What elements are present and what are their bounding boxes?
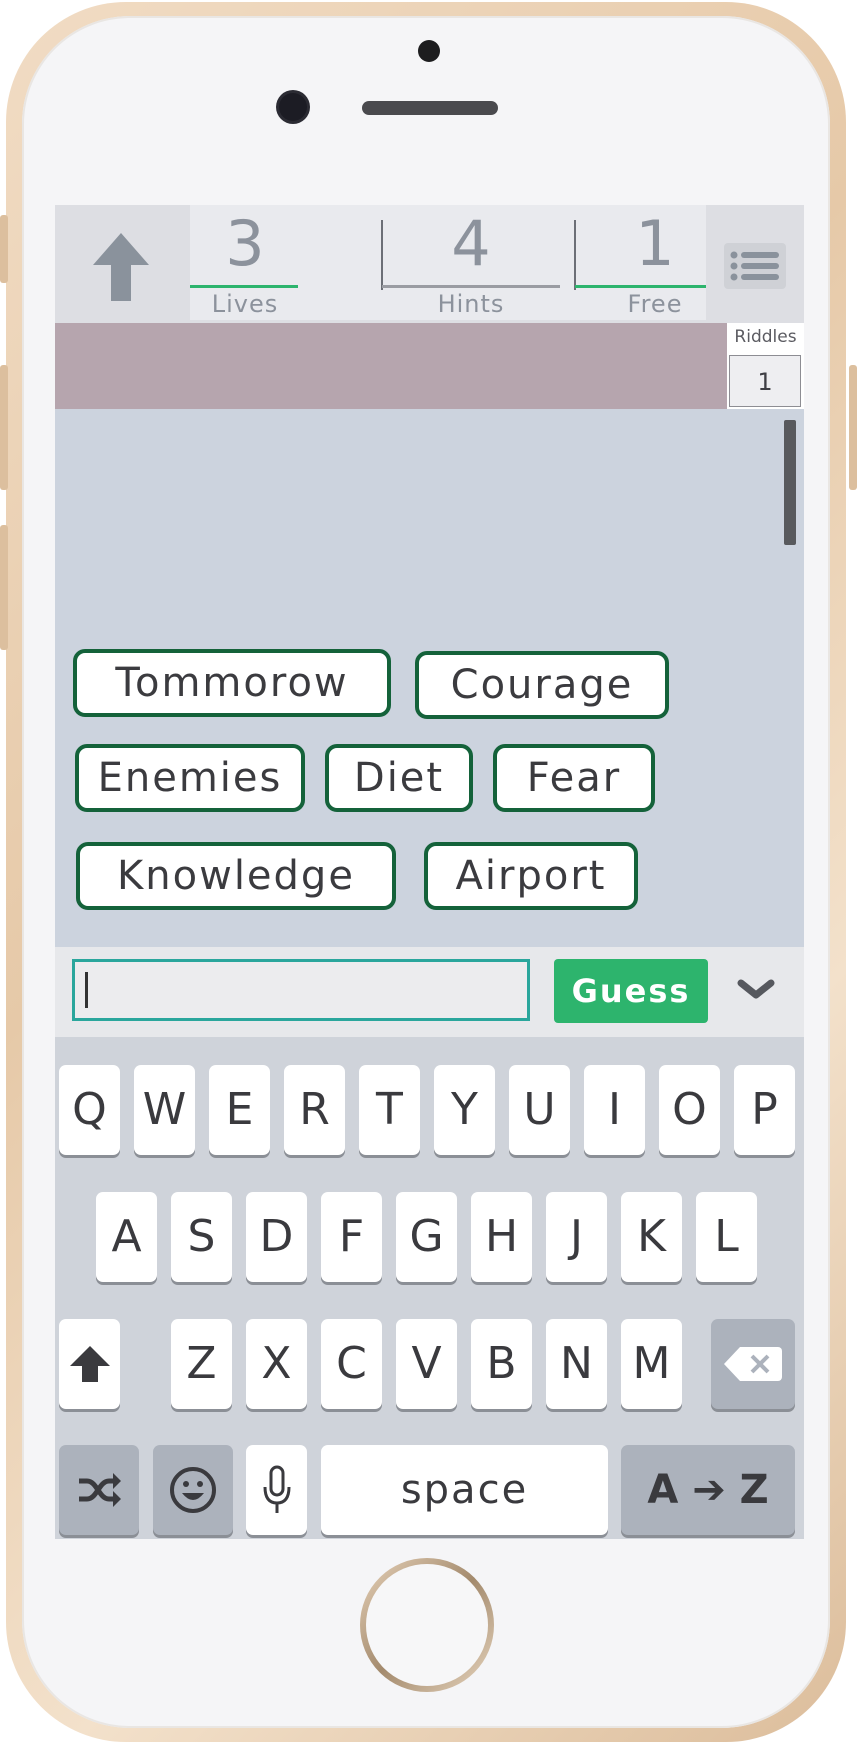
word-chip[interactable]: Fear bbox=[493, 744, 655, 812]
lives-value: 3 bbox=[225, 207, 265, 280]
lives-underline bbox=[190, 285, 298, 288]
key-q[interactable]: Q bbox=[59, 1065, 120, 1155]
key-p[interactable]: P bbox=[734, 1065, 795, 1155]
emoji-icon bbox=[170, 1467, 216, 1513]
key-v[interactable]: V bbox=[396, 1319, 457, 1409]
key-y[interactable]: Y bbox=[434, 1065, 495, 1155]
power-button bbox=[849, 365, 857, 490]
proximity-sensor bbox=[418, 40, 440, 62]
word-chip[interactable]: Airport bbox=[424, 842, 638, 910]
mute-switch bbox=[0, 215, 8, 283]
sort-az-key[interactable]: A ➔ Z bbox=[621, 1445, 795, 1535]
key-b[interactable]: B bbox=[471, 1319, 532, 1409]
riddles-label: Riddles bbox=[734, 327, 797, 347]
front-camera-icon bbox=[279, 93, 307, 121]
keyboard: Q W E R T Y U I O P A S D F G H J K L Z … bbox=[55, 1037, 804, 1539]
space-key[interactable]: space bbox=[321, 1445, 608, 1535]
key-g[interactable]: G bbox=[396, 1192, 457, 1282]
collapse-keyboard-button[interactable] bbox=[731, 965, 781, 1015]
hints-value: 4 bbox=[451, 207, 491, 280]
word-chip[interactable]: Knowledge bbox=[76, 842, 396, 910]
shift-icon bbox=[69, 1346, 110, 1382]
earpiece-speaker bbox=[362, 101, 498, 115]
lives-stat: 3 Lives bbox=[190, 205, 300, 320]
key-l[interactable]: L bbox=[696, 1192, 757, 1282]
key-h[interactable]: H bbox=[471, 1192, 532, 1282]
menu-button-bg bbox=[724, 243, 786, 289]
key-t[interactable]: T bbox=[359, 1065, 420, 1155]
key-a[interactable]: A bbox=[96, 1192, 157, 1282]
key-x[interactable]: X bbox=[246, 1319, 307, 1409]
backspace-icon bbox=[724, 1347, 782, 1381]
menu-list-icon bbox=[730, 251, 779, 281]
shuffle-key[interactable] bbox=[59, 1445, 139, 1535]
shuffle-icon bbox=[79, 1473, 121, 1507]
key-z[interactable]: Z bbox=[171, 1319, 232, 1409]
key-w[interactable]: W bbox=[134, 1065, 195, 1155]
key-e[interactable]: E bbox=[209, 1065, 270, 1155]
stats-panel: 3 Lives 4 Hints 1 Free bbox=[190, 205, 735, 320]
home-button[interactable] bbox=[366, 1564, 488, 1686]
hints-stat: 4 Hints bbox=[382, 205, 560, 320]
lives-label: Lives bbox=[211, 290, 279, 318]
word-list-scrollbar[interactable] bbox=[784, 420, 796, 545]
word-list-area: Tommorow Courage Enemies Diet Fear Knowl… bbox=[55, 409, 804, 947]
key-j[interactable]: J bbox=[546, 1192, 607, 1282]
key-n[interactable]: N bbox=[546, 1319, 607, 1409]
riddles-value[interactable]: 1 bbox=[729, 355, 801, 407]
key-m[interactable]: M bbox=[621, 1319, 682, 1409]
hints-underline bbox=[382, 285, 560, 288]
shift-key[interactable] bbox=[59, 1319, 120, 1409]
microphone-icon bbox=[263, 1465, 290, 1513]
guess-bar: Guess bbox=[55, 947, 804, 1037]
key-s[interactable]: S bbox=[171, 1192, 232, 1282]
riddles-counter: Riddles 1 bbox=[727, 323, 804, 409]
word-chip[interactable]: Diet bbox=[325, 744, 473, 812]
app-screen: 3 Lives 4 Hints 1 Free Riddles 1 Tommoro… bbox=[55, 205, 804, 1539]
key-i[interactable]: I bbox=[584, 1065, 645, 1155]
riddle-banner bbox=[55, 323, 727, 409]
word-chip[interactable]: Tommorow bbox=[73, 649, 391, 717]
text-caret bbox=[85, 972, 88, 1008]
chevron-down-icon bbox=[737, 979, 775, 999]
key-f[interactable]: F bbox=[321, 1192, 382, 1282]
menu-button[interactable] bbox=[706, 205, 804, 323]
key-u[interactable]: U bbox=[509, 1065, 570, 1155]
emoji-key[interactable] bbox=[153, 1445, 233, 1535]
volume-down-button bbox=[0, 525, 8, 650]
volume-up-button bbox=[0, 365, 8, 490]
key-c[interactable]: C bbox=[321, 1319, 382, 1409]
word-chip[interactable]: Enemies bbox=[75, 744, 305, 812]
guess-button[interactable]: Guess bbox=[554, 959, 708, 1023]
microphone-key[interactable] bbox=[246, 1445, 307, 1535]
arrow-up-icon bbox=[93, 233, 149, 301]
key-r[interactable]: R bbox=[284, 1065, 345, 1155]
top-bar: 3 Lives 4 Hints 1 Free bbox=[55, 205, 804, 323]
guess-input[interactable] bbox=[72, 959, 530, 1021]
key-o[interactable]: O bbox=[659, 1065, 720, 1155]
word-chip[interactable]: Courage bbox=[415, 651, 669, 719]
up-button[interactable] bbox=[55, 205, 188, 323]
key-d[interactable]: D bbox=[246, 1192, 307, 1282]
backspace-key[interactable] bbox=[711, 1319, 795, 1409]
hints-label: Hints bbox=[437, 290, 505, 318]
key-k[interactable]: K bbox=[621, 1192, 682, 1282]
